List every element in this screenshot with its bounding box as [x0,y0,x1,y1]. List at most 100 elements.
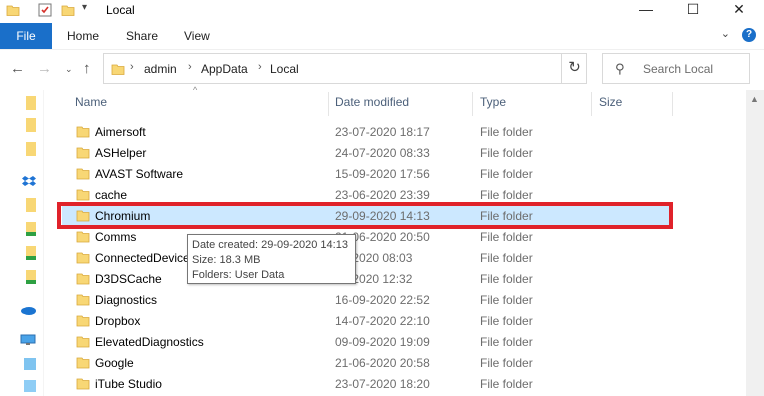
folder-icon[interactable] [26,142,36,156]
tooltip-size: Size: 18.3 MB [192,254,261,266]
row-name: Comms [95,230,137,244]
vertical-scrollbar[interactable]: ▲ [746,90,764,396]
row-type: File folder [480,251,533,265]
forward-button[interactable]: → [37,60,52,77]
tooltip-folders: Folders: User Data [192,269,285,281]
column-header-size[interactable]: Size [599,95,622,109]
row-type: File folder [480,230,533,244]
row-name: AVAST Software [95,167,184,181]
quick-access-dropdown-icon[interactable]: ▾ [82,2,87,13]
row-name: ASHelper [95,146,147,160]
close-button[interactable]: ✕ [716,0,762,20]
column-divider[interactable] [328,92,329,116]
folder-icon[interactable] [26,118,36,132]
folder-icon [76,167,90,183]
synced-folder-icon[interactable] [26,246,36,260]
up-button[interactable]: ↑ [83,60,91,77]
row-name: Google [95,356,134,370]
breadcrumb-admin[interactable]: admin [144,62,177,76]
folder-icon [76,377,90,393]
row-type: File folder [480,125,533,139]
row-date-modified: 14-07-2020 22:10 [335,314,430,328]
tab-share[interactable]: Share [126,29,158,43]
table-row[interactable]: Comms 21-06-2020 20:50 File folder [62,226,670,247]
row-name: Dropbox [95,314,141,328]
search-placeholder: Search Local [643,62,714,76]
folder-icon[interactable] [26,96,36,110]
highlight-annotation [57,202,673,229]
folder-icon[interactable] [26,198,36,212]
row-type: File folder [480,188,533,202]
row-date-modified: 23-07-2020 18:20 [335,377,430,391]
table-row[interactable]: Diagnostics 16-09-2020 22:52 File folder [62,289,670,310]
column-header-type[interactable]: Type [480,95,506,109]
this-pc-icon[interactable] [20,334,36,346]
address-bar[interactable]: › admin › AppData › Local ⌄ [103,53,650,84]
objects-icon[interactable] [24,358,36,370]
row-name: cache [95,188,128,202]
row-type: File folder [480,293,533,307]
help-icon[interactable]: ? [742,28,756,42]
row-date-modified: 15-09-2020 17:56 [335,167,430,181]
breadcrumb-local[interactable]: Local [270,62,299,76]
table-row[interactable]: iTube Studio 23-07-2020 18:20 File folder [62,373,670,394]
ribbon: File Home Share View ⌄ ? [0,22,764,50]
row-name: Aimersoft [95,125,146,139]
scroll-up-icon[interactable]: ▲ [750,94,759,104]
table-row[interactable]: ConnectedDevice 16-2020 08:03 File folder [62,247,670,268]
row-name: ConnectedDevice [95,251,190,265]
column-header-name[interactable]: Name [75,95,107,109]
expand-ribbon-icon[interactable]: ⌄ [721,27,730,40]
folder-icon [6,3,20,20]
chevron-right-icon[interactable]: › [130,61,134,73]
tab-file[interactable]: File [0,23,52,49]
synced-folder-icon[interactable] [26,222,36,236]
table-row[interactable]: Dropbox 14-07-2020 22:10 File folder [62,310,670,331]
folder-icon [76,146,90,162]
row-date-modified: 21-06-2020 20:58 [335,356,430,370]
row-date-modified: 24-07-2020 08:33 [335,146,430,160]
table-row[interactable]: AVAST Software 15-09-2020 17:56 File folde… [62,163,670,184]
row-name: D3DSCache [95,272,162,286]
search-box[interactable]: ⚲ Search Local [602,53,750,84]
breadcrumb-appdata[interactable]: AppData [201,62,248,76]
table-row[interactable]: D3DSCache 07-2020 12:32 File folder [62,268,670,289]
table-row[interactable]: Google 21-06-2020 20:58 File folder [62,352,670,373]
onedrive-icon[interactable] [20,304,36,315]
column-divider[interactable] [672,92,673,116]
row-type: File folder [480,356,533,370]
row-type: File folder [480,146,533,160]
row-date-modified: 23-06-2020 23:39 [335,188,430,202]
properties-icon[interactable] [38,3,52,20]
search-icon: ⚲ [615,61,625,76]
row-type: File folder [480,377,533,391]
folder-icon [76,293,90,309]
tab-view[interactable]: View [184,29,210,43]
table-row[interactable]: ASHelper 24-07-2020 08:33 File folder [62,142,670,163]
folder-icon [76,335,90,351]
folder-icon [76,272,90,288]
chevron-right-icon[interactable]: › [258,61,262,73]
minimize-button[interactable]: — [623,0,669,20]
row-type: File folder [480,167,533,181]
window-title: Local [106,3,135,17]
table-row[interactable]: Aimersoft 23-07-2020 18:17 File folder [62,121,670,142]
dropbox-icon[interactable] [22,174,36,188]
refresh-button[interactable]: ↻ [561,53,587,84]
tab-home[interactable]: Home [67,29,99,43]
column-divider[interactable] [591,92,592,116]
new-folder-icon[interactable] [61,3,75,20]
column-divider[interactable] [472,92,473,116]
chevron-right-icon[interactable]: › [188,61,192,73]
folder-icon [76,230,90,246]
table-row[interactable]: ElevatedDiagnostics 09-09-2020 19:09 File … [62,331,670,352]
row-type: File folder [480,272,533,286]
synced-folder-icon[interactable] [26,270,36,284]
column-header-date-modified[interactable]: Date modified [335,95,409,109]
maximize-button[interactable]: ☐ [670,0,716,20]
folder-icon [76,251,90,267]
back-button[interactable]: ← [10,60,25,77]
recent-locations-icon[interactable]: ⌄ [65,64,73,75]
folder-icon [76,314,90,330]
desktop-icon[interactable] [24,380,36,392]
